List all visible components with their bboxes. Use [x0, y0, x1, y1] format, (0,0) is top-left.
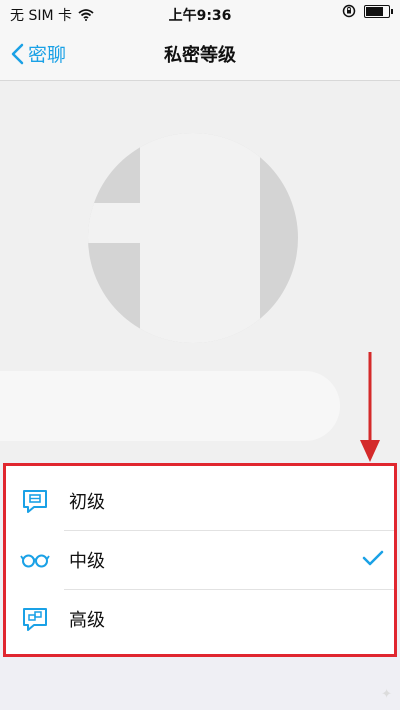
page-title: 私密等级	[164, 45, 236, 66]
status-bar: 无 SIM 卡 上午9:36	[0, 0, 400, 28]
watermark: ✦	[381, 687, 392, 702]
status-right	[342, 4, 393, 18]
battery-icon	[364, 4, 393, 18]
level-option-basic[interactable]: 初级	[6, 472, 394, 530]
obscured-card	[0, 371, 340, 441]
privacy-level-list: 初级 中级 高级	[3, 463, 397, 657]
level-label: 初级	[69, 492, 105, 513]
orientation-lock-icon	[342, 4, 356, 18]
level-option-advanced[interactable]: 高级	[6, 590, 394, 648]
glasses-icon	[20, 554, 50, 568]
link-chat-icon	[23, 608, 47, 631]
level-label: 高级	[69, 610, 105, 631]
avatar	[88, 133, 298, 343]
checkmark-icon	[362, 550, 384, 566]
status-time: 上午9:36	[168, 8, 232, 24]
chat-bubble-icon	[23, 490, 47, 513]
battery-fill	[366, 6, 383, 16]
nav-bar: 密聊 私密等级	[0, 28, 400, 81]
obscured-content	[0, 81, 400, 461]
avatar-redaction	[140, 133, 260, 343]
annotation-arrow	[360, 352, 380, 462]
level-option-medium[interactable]: 中级	[6, 531, 394, 589]
avatar-redaction	[88, 203, 148, 243]
level-label: 中级	[69, 551, 105, 572]
